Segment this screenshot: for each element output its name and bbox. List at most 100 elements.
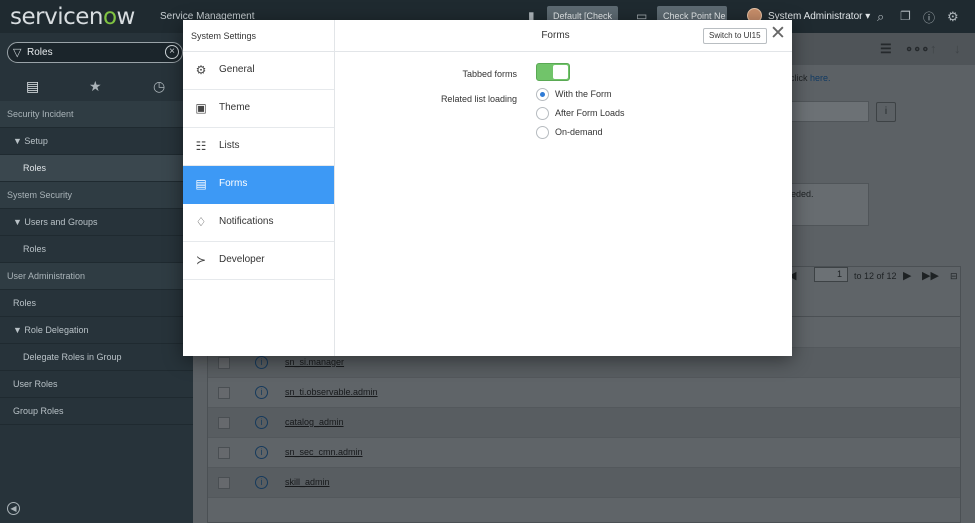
settings-tab-label: Theme bbox=[219, 102, 251, 113]
info-message: click here. bbox=[790, 73, 831, 83]
clear-filter-icon[interactable]: × bbox=[165, 45, 179, 59]
nav-item[interactable]: User Roles bbox=[0, 371, 193, 398]
page-input[interactable]: 1 bbox=[814, 267, 848, 282]
nav-item[interactable]: Roles bbox=[0, 290, 193, 317]
settings-tab-label: Developer bbox=[219, 254, 265, 265]
more-options-icon[interactable]: ∘∘∘ bbox=[905, 41, 929, 57]
navigator-filter[interactable]: ▽ Roles × bbox=[7, 42, 183, 63]
bell-icon: ♢ bbox=[195, 215, 207, 229]
nav-item-label: Roles bbox=[13, 298, 37, 308]
row-checkbox[interactable] bbox=[218, 417, 230, 429]
settings-tab-label: Notifications bbox=[219, 216, 274, 227]
preview-info-icon[interactable]: i bbox=[255, 446, 268, 459]
switch-ui15-button[interactable]: Switch to UI15 bbox=[703, 28, 767, 44]
forms-settings: Tabbed forms Related list loading With t… bbox=[335, 53, 792, 356]
nav-item[interactable]: ▼ Role Delegation bbox=[0, 317, 193, 344]
history-tab-icon[interactable]: ◷ bbox=[153, 78, 165, 95]
background-message-box: eded. bbox=[790, 183, 869, 226]
nav-module[interactable]: System Security bbox=[0, 182, 193, 209]
search-icon[interactable]: ⌕ bbox=[877, 9, 884, 25]
nav-item[interactable]: Roles bbox=[0, 155, 193, 182]
role-name-link[interactable]: sn_ti.observable.admin bbox=[285, 387, 378, 397]
form-icon: ▤ bbox=[195, 177, 207, 191]
nav-item-label: Delegate Roles in Group bbox=[23, 352, 122, 362]
settings-tab-label: General bbox=[219, 64, 255, 75]
image-icon: ▣ bbox=[195, 101, 207, 115]
related-list-label: Related list loading bbox=[440, 94, 517, 104]
favorites-tab-icon[interactable]: ★ bbox=[89, 78, 102, 95]
all-apps-tab-icon[interactable]: ▤ bbox=[26, 78, 39, 95]
nav-item[interactable]: Roles bbox=[0, 236, 193, 263]
settings-header: Forms Switch to UI15 ✕ bbox=[335, 20, 792, 52]
close-icon[interactable]: ✕ bbox=[769, 24, 787, 44]
expand-arrow-icon: ▼ bbox=[13, 325, 25, 335]
role-name-link[interactable]: sn_si.manager bbox=[285, 357, 344, 367]
settings-tab-general[interactable]: ⚙ General bbox=[183, 52, 334, 90]
field-info-icon[interactable]: i bbox=[876, 102, 896, 122]
preview-info-icon[interactable]: i bbox=[255, 416, 268, 429]
application-navigator: ▽ Roles × ▤ ★ ◷ Security Incident ▼ Setup… bbox=[0, 33, 193, 523]
nav-item[interactable]: Delegate Roles in Group bbox=[0, 344, 193, 371]
settings-tab-label: Forms bbox=[219, 178, 248, 189]
row-checkbox[interactable] bbox=[218, 447, 230, 459]
table-row[interactable]: i sn_ti.observable.admin bbox=[208, 378, 960, 408]
system-settings-modal: System Settings ⚙ General ▣ Theme ☷ Lists ▤ For… bbox=[183, 20, 792, 356]
gear-icon[interactable]: ⚙ bbox=[947, 9, 959, 25]
collapse-navigator-icon[interactable]: ◀ bbox=[7, 502, 20, 515]
settings-tab-developer[interactable]: ≻ Developer bbox=[183, 242, 334, 280]
nav-item[interactable]: ▼ Users and Groups bbox=[0, 209, 193, 236]
role-name-link[interactable]: sn_sec_cmn.admin bbox=[285, 447, 363, 457]
nav-module[interactable]: Security Incident bbox=[0, 101, 193, 128]
nav-item-label: Users and Groups bbox=[24, 217, 98, 227]
settings-tab-notifications[interactable]: ♢ Notifications bbox=[183, 204, 334, 242]
row-checkbox[interactable] bbox=[218, 477, 230, 489]
chat-icon[interactable]: ❐ bbox=[900, 9, 911, 23]
next-record-icon[interactable]: ↓ bbox=[954, 41, 961, 56]
role-name-link[interactable]: catalog_admin bbox=[285, 417, 344, 427]
gear-icon: ⚙ bbox=[195, 63, 207, 77]
expand-arrow-icon: ▼ bbox=[13, 136, 25, 146]
table-row[interactable]: i catalog_admin bbox=[208, 408, 960, 438]
settings-tab-forms[interactable]: ▤ Forms bbox=[183, 166, 334, 204]
radio-with-the-form[interactable] bbox=[536, 88, 549, 101]
radio-on-demand[interactable] bbox=[536, 126, 549, 139]
personalize-icon[interactable]: ☰ bbox=[880, 41, 892, 57]
preview-info-icon[interactable]: i bbox=[255, 386, 268, 399]
preview-info-icon[interactable]: i bbox=[255, 476, 268, 489]
row-checkbox[interactable] bbox=[218, 357, 230, 369]
expand-arrow-icon: ▼ bbox=[13, 217, 25, 227]
nav-item[interactable]: ▼ Setup bbox=[0, 128, 193, 155]
row-checkbox[interactable] bbox=[218, 387, 230, 399]
nav-item-label: Roles bbox=[23, 163, 47, 173]
developer-icon: ≻ bbox=[195, 253, 207, 267]
last-page-icon[interactable]: ▶▶ bbox=[922, 269, 939, 282]
background-field[interactable] bbox=[790, 101, 869, 122]
list-icon: ☷ bbox=[195, 139, 207, 153]
navigator-filter-input[interactable]: Roles bbox=[27, 47, 53, 58]
radio-after-form-loads[interactable] bbox=[536, 107, 549, 120]
nav-module[interactable]: User Administration bbox=[0, 263, 193, 290]
tabbed-forms-toggle[interactable] bbox=[536, 63, 570, 81]
role-name-link[interactable]: skill_admin bbox=[285, 477, 330, 487]
collapse-list-icon[interactable]: ⊟ bbox=[950, 271, 958, 282]
page-range: to 12 of 12 bbox=[854, 271, 897, 281]
nav-item[interactable]: Group Roles bbox=[0, 398, 193, 425]
radio-label-after-form-loads: After Form Loads bbox=[555, 108, 625, 118]
nav-item-label: Security Incident bbox=[7, 109, 74, 119]
filter-icon: ▽ bbox=[13, 47, 22, 59]
table-row[interactable]: i skill_admin bbox=[208, 468, 960, 498]
table-row[interactable]: i sn_sec_cmn.admin bbox=[208, 438, 960, 468]
settings-tab-theme[interactable]: ▣ Theme bbox=[183, 90, 334, 128]
nav-item-label: Roles bbox=[23, 244, 47, 254]
here-link[interactable]: here. bbox=[810, 73, 831, 83]
help-icon[interactable]: ⓘ bbox=[923, 9, 935, 26]
servicenow-logo[interactable]: servicenow bbox=[10, 4, 135, 30]
toggle-knob bbox=[553, 65, 568, 79]
nav-item-label: Setup bbox=[24, 136, 48, 146]
previous-record-icon[interactable]: ↑ bbox=[930, 41, 937, 56]
settings-tab-lists[interactable]: ☷ Lists bbox=[183, 128, 334, 166]
nav-item-label: Role Delegation bbox=[24, 325, 89, 335]
next-page-icon[interactable]: ▶ bbox=[903, 269, 911, 282]
nav-item-label: System Security bbox=[7, 190, 73, 200]
preview-info-icon[interactable]: i bbox=[255, 356, 268, 369]
